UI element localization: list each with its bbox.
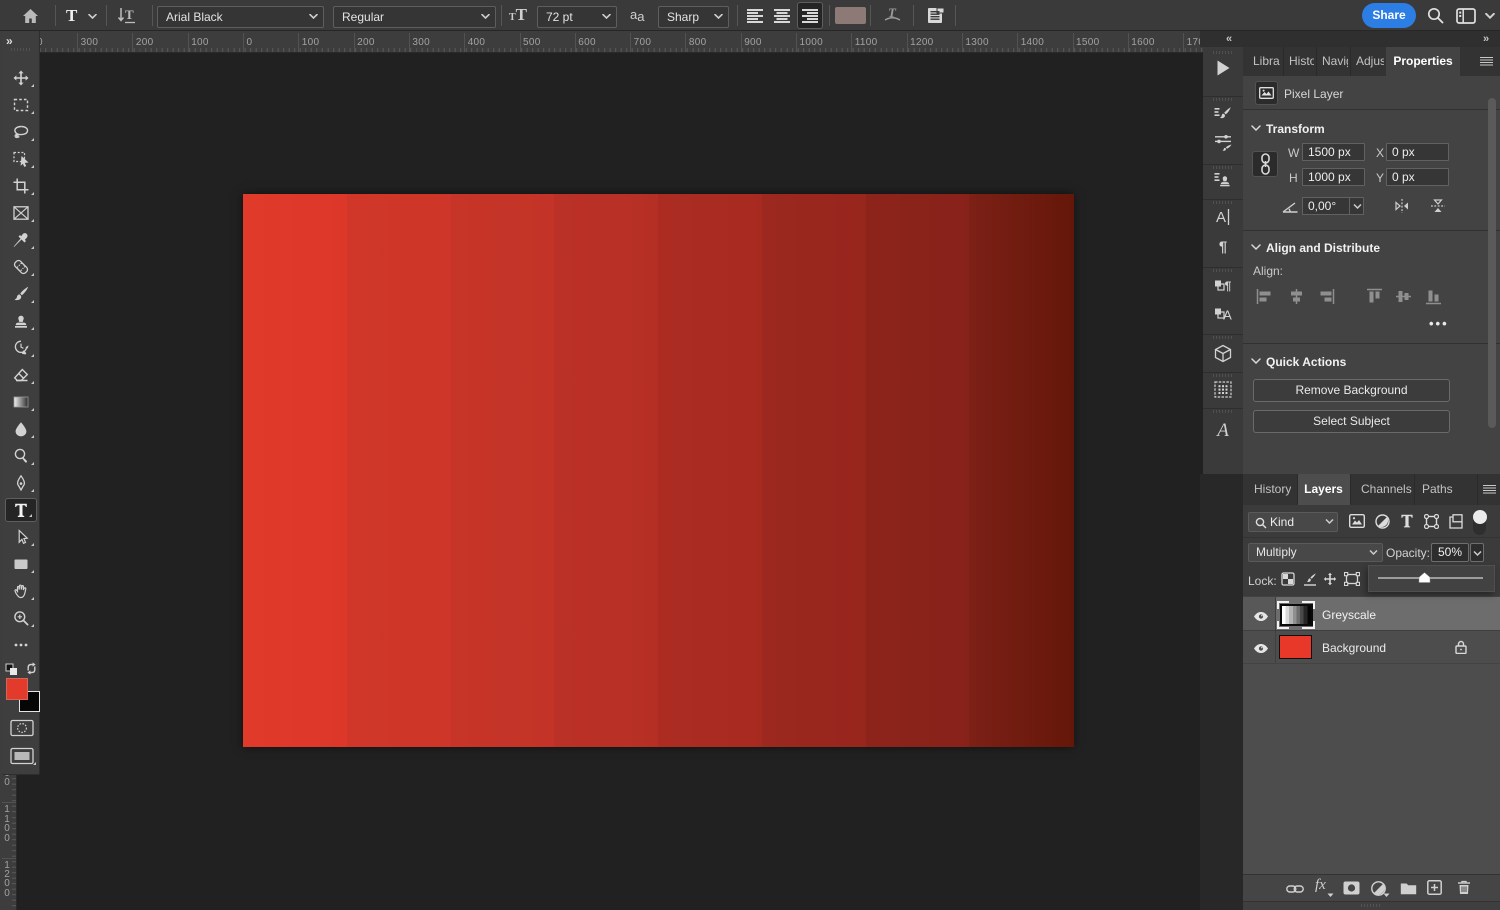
svg-text:A: A (1215, 420, 1229, 440)
svg-text:¶: ¶ (1219, 239, 1227, 255)
svg-text:¶: ¶ (1225, 279, 1232, 293)
svg-text:A: A (1216, 209, 1226, 226)
svg-text:A: A (1223, 308, 1232, 323)
svg-text:T: T (125, 7, 134, 22)
